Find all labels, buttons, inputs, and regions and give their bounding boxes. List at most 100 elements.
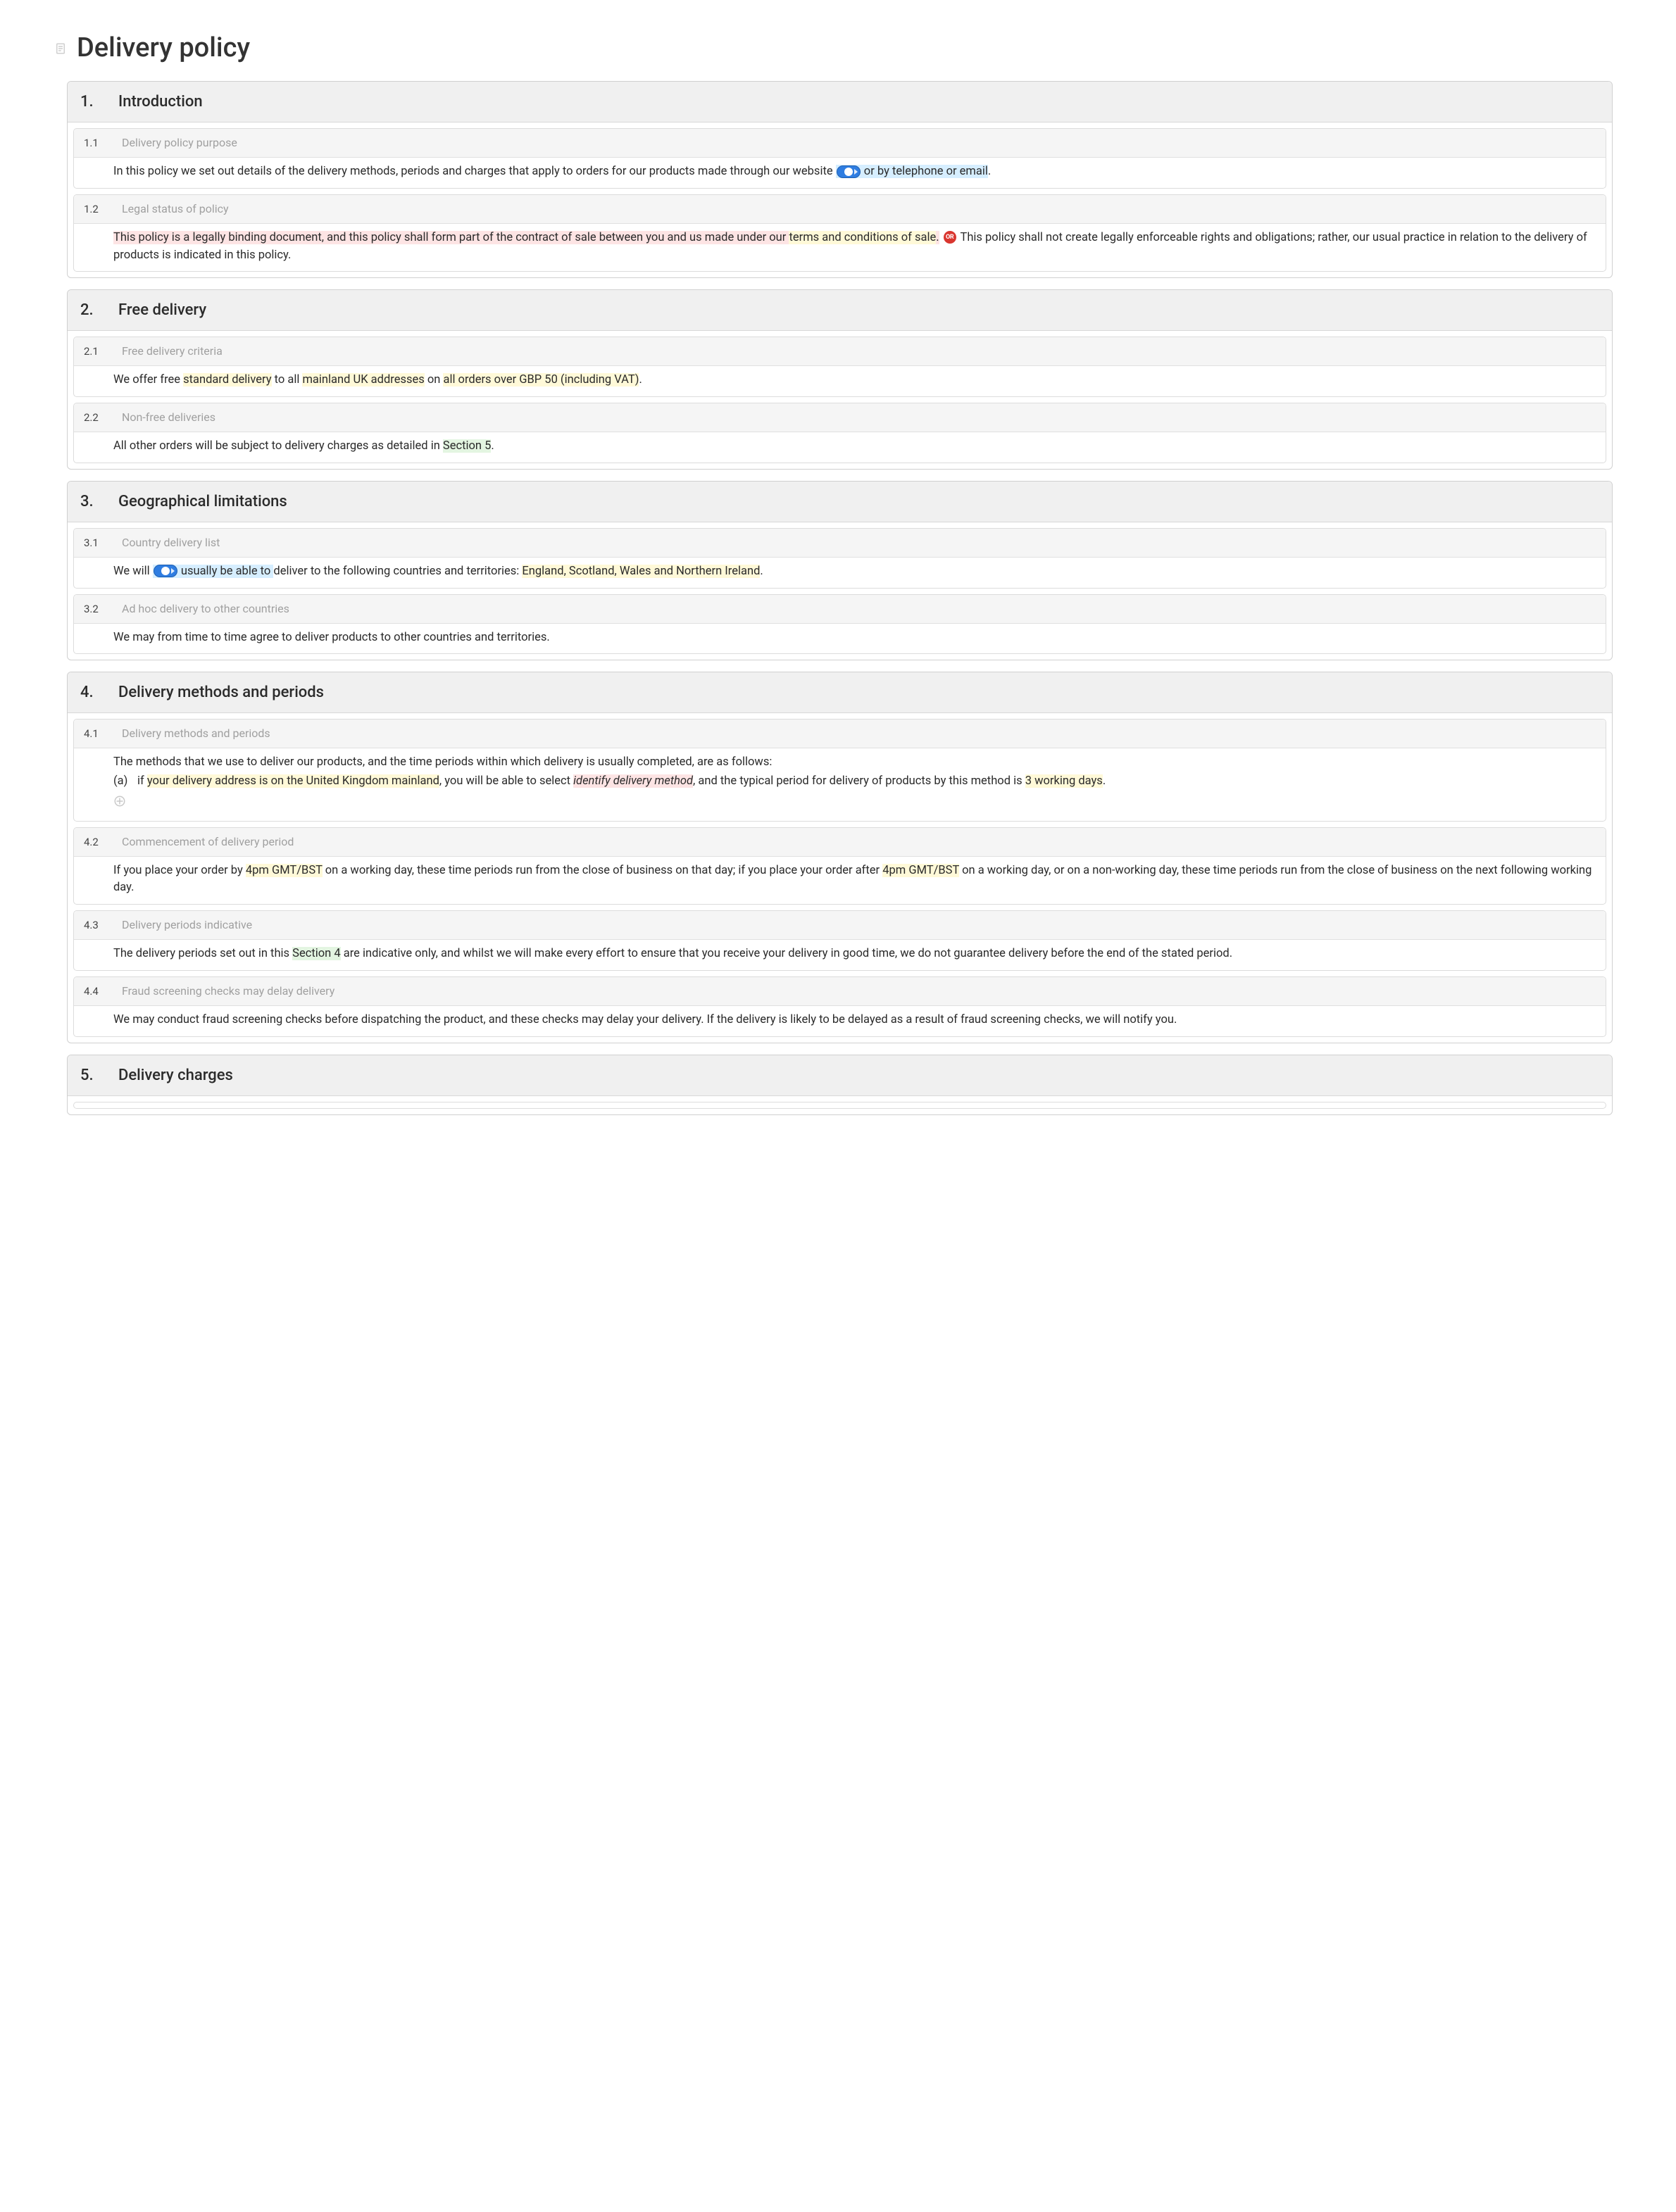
subsection-4-2: 4.2 Commencement of delivery period If y… xyxy=(73,827,1606,905)
section-header[interactable]: 4. Delivery methods and periods xyxy=(68,672,1612,713)
subsection-header[interactable]: 1.1 Delivery policy purpose xyxy=(74,129,1606,158)
toggle-icon[interactable] xyxy=(837,165,861,178)
or-badge-icon[interactable]: OR xyxy=(944,231,956,244)
text: deliver to the following countries and t… xyxy=(273,565,522,578)
subsection-4-3: 4.3 Delivery periods indicative The deli… xyxy=(73,910,1606,971)
subsection-header[interactable]: 3.1 Country delivery list xyxy=(74,529,1606,558)
text: , you will be able to select xyxy=(439,774,573,788)
section-header[interactable]: 3. Geographical limitations xyxy=(68,482,1612,522)
section-header[interactable]: 1. Introduction xyxy=(68,82,1612,122)
sub-num: 3.1 xyxy=(84,535,104,551)
sub-title: Delivery policy purpose xyxy=(122,134,237,151)
toggle-icon[interactable] xyxy=(154,565,177,577)
section-num: 4. xyxy=(80,681,100,704)
section-1: 1. Introduction 1.1 Delivery policy purp… xyxy=(67,81,1613,278)
text-hl: . xyxy=(936,231,939,244)
list-content: if your delivery address is on the Unite… xyxy=(137,773,1106,791)
subsection-2-1: 2.1 Free delivery criteria We offer free… xyxy=(73,337,1606,397)
list-item-a: (a) if your delivery address is on the U… xyxy=(113,773,1596,791)
text: We offer free xyxy=(113,373,183,387)
text-hl[interactable]: 4pm GMT/BST xyxy=(246,864,323,877)
subsection-header[interactable]: 2.1 Free delivery criteria xyxy=(74,337,1606,366)
text-hl: This policy is a legally binding documen… xyxy=(113,231,789,244)
text: We may conduct fraud screening checks be… xyxy=(113,1013,1177,1026)
text-hl[interactable]: mainland UK addresses xyxy=(302,373,424,387)
subsection-1-1: 1.1 Delivery policy purpose In this poli… xyxy=(73,128,1606,189)
text-hl[interactable]: Section 4 xyxy=(292,947,340,960)
section-5: 5. Delivery charges xyxy=(67,1055,1613,1115)
section-title: Free delivery xyxy=(118,299,206,322)
text: In this policy we set out details of the… xyxy=(113,165,836,178)
section-title: Delivery charges xyxy=(118,1064,233,1087)
page-header: Delivery policy xyxy=(25,28,1634,68)
sub-title: Non-free deliveries xyxy=(122,409,215,426)
sub-num: 2.1 xyxy=(84,344,104,360)
sub-title: Commencement of delivery period xyxy=(122,834,294,850)
sub-num: 3.2 xyxy=(84,601,104,617)
subsection-header[interactable]: 3.2 Ad hoc delivery to other countries xyxy=(74,595,1606,624)
subsection-body: The methods that we use to deliver our p… xyxy=(74,748,1606,820)
subsection-body: We will usually be able to deliver to th… xyxy=(74,558,1606,588)
sub-num: 4.4 xyxy=(84,984,104,1000)
toggle-phrase[interactable]: usually be able to xyxy=(153,565,274,578)
text: The methods that we use to deliver our p… xyxy=(113,754,1596,772)
text: All other orders will be subject to deli… xyxy=(113,439,443,453)
subsection-body: If you place your order by 4pm GMT/BST o… xyxy=(74,857,1606,905)
subsection-header[interactable]: 4.2 Commencement of delivery period xyxy=(74,828,1606,857)
text-hl[interactable]: 3 working days xyxy=(1025,774,1103,788)
sub-num: 4.3 xyxy=(84,917,104,934)
text: on xyxy=(425,373,444,387)
subsection-header[interactable]: 4.1 Delivery methods and periods xyxy=(74,719,1606,748)
subsection-header[interactable]: 4.4 Fraud screening checks may delay del… xyxy=(74,977,1606,1006)
text: . xyxy=(760,565,763,578)
subsection-5-placeholder xyxy=(73,1102,1606,1109)
section-num: 5. xyxy=(80,1064,100,1087)
sub-title: Legal status of policy xyxy=(122,201,229,218)
sub-title: Country delivery list xyxy=(122,534,220,551)
section-num: 2. xyxy=(80,299,100,322)
text-hl[interactable]: terms and conditions of sale xyxy=(789,231,936,244)
text: We will xyxy=(113,565,153,578)
text: . xyxy=(1103,774,1106,788)
sub-title: Ad hoc delivery to other countries xyxy=(122,601,289,617)
text-hl[interactable]: Section 5 xyxy=(443,439,491,453)
section-header[interactable]: 5. Delivery charges xyxy=(68,1055,1612,1096)
sub-num: 4.2 xyxy=(84,834,104,850)
text: . xyxy=(639,373,642,387)
section-header[interactable]: 2. Free delivery xyxy=(68,290,1612,331)
text: . xyxy=(988,165,991,178)
page-title: Delivery policy xyxy=(77,28,250,68)
text-hl: or by telephone or email xyxy=(861,165,988,178)
subsection-body: All other orders will be subject to deli… xyxy=(74,432,1606,463)
subsection-body: We may conduct fraud screening checks be… xyxy=(74,1006,1606,1036)
text: The delivery periods set out in this xyxy=(113,947,292,960)
text-hl[interactable]: identify delivery method xyxy=(573,774,693,788)
text-hl[interactable]: England, Scotland, Wales and Northern Ir… xyxy=(522,565,760,578)
document-icon xyxy=(54,42,67,55)
section-3: 3. Geographical limitations 3.1 Country … xyxy=(67,481,1613,661)
section-2: 2. Free delivery 2.1 Free delivery crite… xyxy=(67,289,1613,470)
subsection-body: We offer free standard delivery to all m… xyxy=(74,366,1606,396)
text: If you place your order by xyxy=(113,864,246,877)
subsection-1-2: 1.2 Legal status of policy This policy i… xyxy=(73,194,1606,272)
subsection-body: We may from time to time agree to delive… xyxy=(74,624,1606,654)
add-item-icon[interactable] xyxy=(113,795,126,807)
sub-num: 1.2 xyxy=(84,201,104,218)
text-hl[interactable]: standard delivery xyxy=(183,373,271,387)
sub-num: 2.2 xyxy=(84,410,104,426)
subsection-4-4: 4.4 Fraud screening checks may delay del… xyxy=(73,976,1606,1037)
subsection-header[interactable]: 1.2 Legal status of policy xyxy=(74,195,1606,224)
subsection-body: In this policy we set out details of the… xyxy=(74,158,1606,188)
text-hl: usually be able to xyxy=(178,565,274,578)
text: , and the typical period for delivery of… xyxy=(693,774,1025,788)
subsection-body: The delivery periods set out in this Sec… xyxy=(74,940,1606,970)
sub-title: Free delivery criteria xyxy=(122,343,223,360)
section-title: Geographical limitations xyxy=(118,490,287,513)
text-hl[interactable]: your delivery address is on the United K… xyxy=(147,774,439,788)
subsection-header[interactable]: 4.3 Delivery periods indicative xyxy=(74,911,1606,940)
toggle-phrase[interactable]: or by telephone or email xyxy=(836,165,988,178)
text-hl[interactable]: all orders over GBP 50 (including VAT) xyxy=(443,373,639,387)
subsection-header[interactable]: 2.2 Non-free deliveries xyxy=(74,403,1606,432)
section-4: 4. Delivery methods and periods 4.1 Deli… xyxy=(67,672,1613,1043)
text-hl[interactable]: 4pm GMT/BST xyxy=(882,864,959,877)
